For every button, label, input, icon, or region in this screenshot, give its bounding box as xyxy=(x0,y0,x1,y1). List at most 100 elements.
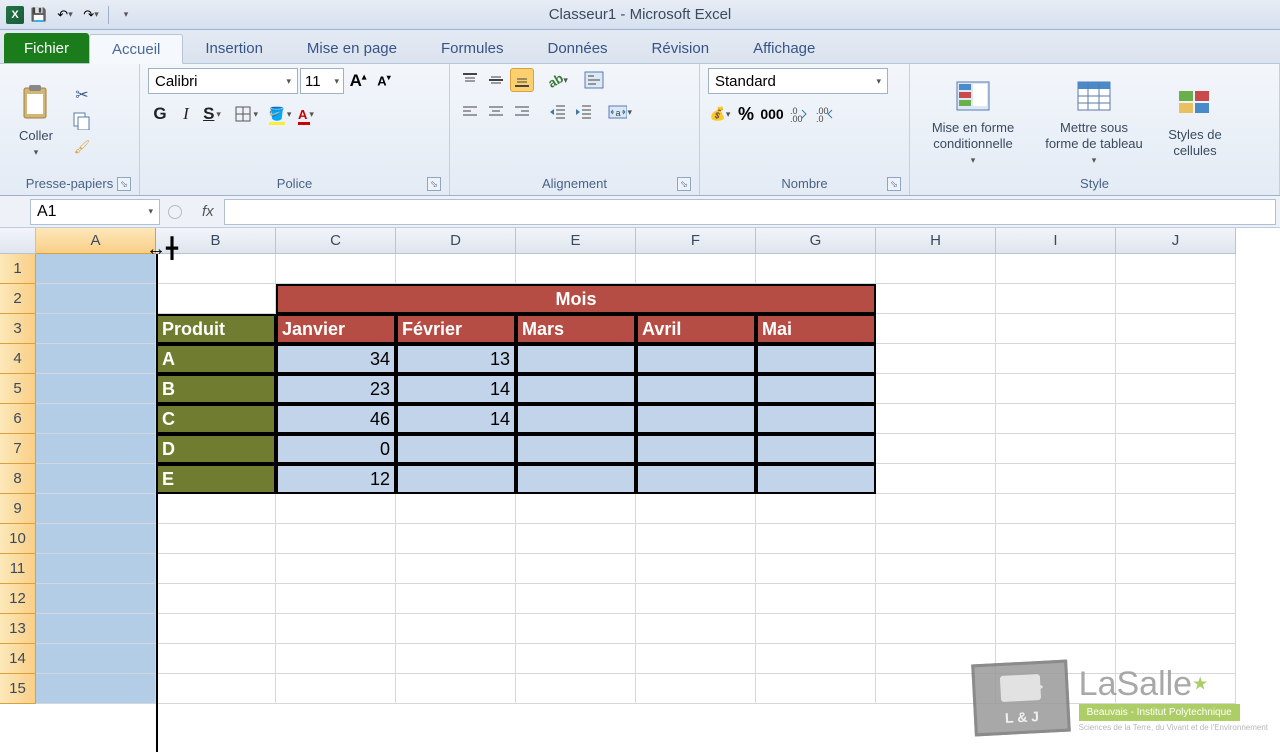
cell-B9[interactable] xyxy=(156,494,276,524)
column-header-C[interactable]: C xyxy=(276,228,396,254)
cell-G14[interactable] xyxy=(756,644,876,674)
cell-J7[interactable] xyxy=(1116,434,1236,464)
cell-E6[interactable] xyxy=(516,404,636,434)
cell-H9[interactable] xyxy=(876,494,996,524)
bold-button[interactable]: G xyxy=(148,102,172,126)
align-center-button[interactable] xyxy=(484,100,508,124)
cell-E8[interactable] xyxy=(516,464,636,494)
format-as-table-button[interactable]: Mettre sous forme de tableau▾ xyxy=(1034,72,1154,170)
tab-revision[interactable]: Révision xyxy=(630,33,732,63)
cell-I9[interactable] xyxy=(996,494,1116,524)
row-header-9[interactable]: 9 xyxy=(0,494,36,524)
column-header-H[interactable]: H xyxy=(876,228,996,254)
alignment-launcher[interactable]: ⬂ xyxy=(677,177,691,191)
cell-F11[interactable] xyxy=(636,554,756,584)
cell-C13[interactable] xyxy=(276,614,396,644)
row-header-1[interactable]: 1 xyxy=(0,254,36,284)
cell-A6[interactable] xyxy=(36,404,156,434)
merge-center-button[interactable]: a▾ xyxy=(608,100,632,124)
cell-F8[interactable] xyxy=(636,464,756,494)
cell-F5[interactable] xyxy=(636,374,756,404)
column-header-A[interactable]: A xyxy=(36,228,156,254)
cell-C4[interactable]: 34 xyxy=(276,344,396,374)
cell-E10[interactable] xyxy=(516,524,636,554)
cell-C12[interactable] xyxy=(276,584,396,614)
select-all-corner[interactable] xyxy=(0,228,36,254)
cell-F6[interactable] xyxy=(636,404,756,434)
cell-E15[interactable] xyxy=(516,674,636,704)
cell-C5[interactable]: 23 xyxy=(276,374,396,404)
cell-C11[interactable] xyxy=(276,554,396,584)
cell-B11[interactable] xyxy=(156,554,276,584)
cell-D14[interactable] xyxy=(396,644,516,674)
cell-F13[interactable] xyxy=(636,614,756,644)
cell-D1[interactable] xyxy=(396,254,516,284)
undo-button[interactable]: ↶▾ xyxy=(54,4,76,26)
cell-G3[interactable]: Mai xyxy=(756,314,876,344)
cell-B5[interactable]: B xyxy=(156,374,276,404)
column-header-F[interactable]: F xyxy=(636,228,756,254)
row-header-7[interactable]: 7 xyxy=(0,434,36,464)
cell-E5[interactable] xyxy=(516,374,636,404)
conditional-formatting-button[interactable]: Mise en forme conditionnelle▾ xyxy=(918,72,1028,170)
cell-H13[interactable] xyxy=(876,614,996,644)
shrink-font-button[interactable]: A▾ xyxy=(372,69,396,93)
cell-A3[interactable] xyxy=(36,314,156,344)
cell-A12[interactable] xyxy=(36,584,156,614)
cell-A13[interactable] xyxy=(36,614,156,644)
cell-J3[interactable] xyxy=(1116,314,1236,344)
increase-indent-button[interactable] xyxy=(572,100,596,124)
cell-D10[interactable] xyxy=(396,524,516,554)
cell-A8[interactable] xyxy=(36,464,156,494)
cell-A4[interactable] xyxy=(36,344,156,374)
cell-D13[interactable] xyxy=(396,614,516,644)
cell-D15[interactable] xyxy=(396,674,516,704)
cell-H3[interactable] xyxy=(876,314,996,344)
cell-C14[interactable] xyxy=(276,644,396,674)
cell-I10[interactable] xyxy=(996,524,1116,554)
cell-C3[interactable]: Janvier xyxy=(276,314,396,344)
cell-A7[interactable] xyxy=(36,434,156,464)
align-top-button[interactable] xyxy=(458,68,482,92)
row-header-10[interactable]: 10 xyxy=(0,524,36,554)
clipboard-launcher[interactable]: ⬂ xyxy=(117,177,131,191)
cell-B13[interactable] xyxy=(156,614,276,644)
fill-color-button[interactable]: 🪣▾ xyxy=(268,102,292,126)
cell-D3[interactable]: Février xyxy=(396,314,516,344)
cell-J5[interactable] xyxy=(1116,374,1236,404)
cell-A2[interactable] xyxy=(36,284,156,314)
cell-E1[interactable] xyxy=(516,254,636,284)
cell-I13[interactable] xyxy=(996,614,1116,644)
cell-E4[interactable] xyxy=(516,344,636,374)
row-header-6[interactable]: 6 xyxy=(0,404,36,434)
formula-input[interactable] xyxy=(224,199,1276,225)
cell-G4[interactable] xyxy=(756,344,876,374)
cell-A15[interactable] xyxy=(36,674,156,704)
cell-B7[interactable]: D xyxy=(156,434,276,464)
cell-F12[interactable] xyxy=(636,584,756,614)
cell-styles-button[interactable]: Styles de cellules xyxy=(1160,79,1230,162)
cell-J13[interactable] xyxy=(1116,614,1236,644)
cell-F3[interactable]: Avril xyxy=(636,314,756,344)
row-header-12[interactable]: 12 xyxy=(0,584,36,614)
cell-H11[interactable] xyxy=(876,554,996,584)
font-name-select[interactable]: Calibri▾ xyxy=(148,68,298,94)
customize-qat-button[interactable]: ▾ xyxy=(115,4,137,26)
cell-H10[interactable] xyxy=(876,524,996,554)
accounting-format-button[interactable]: 💰▾ xyxy=(708,102,732,126)
cell-H8[interactable] xyxy=(876,464,996,494)
cut-button[interactable]: ✂ xyxy=(70,83,94,107)
cell-G11[interactable] xyxy=(756,554,876,584)
cell-F14[interactable] xyxy=(636,644,756,674)
row-header-11[interactable]: 11 xyxy=(0,554,36,584)
cell-H6[interactable] xyxy=(876,404,996,434)
cell-G6[interactable] xyxy=(756,404,876,434)
row-header-5[interactable]: 5 xyxy=(0,374,36,404)
cell-I11[interactable] xyxy=(996,554,1116,584)
tab-affichage[interactable]: Affichage xyxy=(731,33,837,63)
column-header-D[interactable]: D xyxy=(396,228,516,254)
cell-H1[interactable] xyxy=(876,254,996,284)
cell-E11[interactable] xyxy=(516,554,636,584)
cell-C10[interactable] xyxy=(276,524,396,554)
cell-B14[interactable] xyxy=(156,644,276,674)
